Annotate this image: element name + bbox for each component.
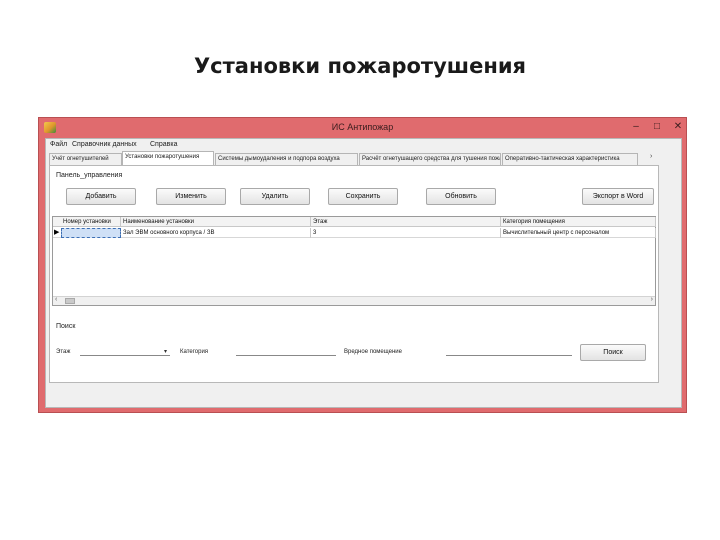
menu-bar: Файл Справочник данных Справка — [46, 139, 681, 151]
tab-extinguishers[interactable]: Учёт огнетушителей — [49, 153, 122, 165]
app-window: ИС Антипожар ‒ □ ✕ Файл Справочник данны… — [38, 117, 687, 413]
tab-panel: Панель_управления Добавить Изменить Удал… — [49, 165, 659, 383]
category-label: Категория — [180, 349, 209, 355]
hazardous-room-input[interactable] — [446, 355, 572, 356]
close-button[interactable]: ✕ — [669, 120, 687, 134]
tab-agent-calculation[interactable]: Расчёт огнетушащего средства для тушения… — [359, 153, 501, 165]
table-cell-name[interactable]: Зал ЭВМ основного корпуса / ЗВ — [121, 228, 311, 238]
data-grid[interactable]: Номер установки Наименование установки Э… — [52, 216, 656, 306]
window-footer-area — [46, 385, 681, 407]
slide-title: Установки пожаротушения — [193, 54, 527, 78]
table-cell-category[interactable]: Вычислительный центр с персоналом — [501, 228, 656, 238]
column-header-number[interactable]: Номер установки — [61, 217, 121, 227]
current-row-marker-icon: ▶ — [54, 229, 60, 236]
maximize-button[interactable]: □ — [648, 120, 666, 134]
floor-combobox[interactable] — [80, 355, 170, 356]
search-button[interactable]: Поиск — [580, 344, 646, 361]
tab-tactical-characteristics[interactable]: Оперативно-тактическая характеристика — [502, 153, 638, 165]
table-row[interactable]: ▶ Зал ЭВМ основного корпуса / ЗВ 3 Вычис… — [53, 228, 656, 238]
window-title: ИС Антипожар — [331, 122, 394, 132]
menu-file[interactable]: Файл — [50, 141, 67, 148]
scroll-right-icon[interactable]: › — [651, 296, 653, 303]
horizontal-scrollbar[interactable]: ‹ › — [53, 296, 655, 305]
window-titlebar[interactable]: ИС Антипожар ‒ □ ✕ — [39, 118, 686, 138]
menu-reference[interactable]: Справочник данных — [72, 141, 137, 148]
scroll-thumb[interactable] — [65, 298, 75, 304]
chevron-down-icon[interactable]: ▾ — [164, 348, 167, 355]
scroll-left-icon[interactable]: ‹ — [55, 296, 57, 303]
category-input[interactable] — [236, 355, 336, 356]
window-client-area: Файл Справочник данных Справка Учёт огне… — [45, 138, 682, 408]
minimize-button[interactable]: ‒ — [627, 120, 645, 134]
tab-strip: Учёт огнетушителей Установки пожаротушен… — [46, 151, 681, 165]
grid-header-row: Номер установки Наименование установки Э… — [53, 217, 656, 227]
tab-scroll-right-button[interactable]: › — [650, 153, 652, 160]
delete-button[interactable]: Удалить — [240, 188, 310, 205]
floor-label: Этаж — [56, 349, 71, 355]
table-cell-floor[interactable]: 3 — [311, 228, 501, 238]
menu-help[interactable]: Справка — [150, 141, 177, 148]
column-header-name[interactable]: Наименование установки — [121, 217, 311, 227]
save-button[interactable]: Сохранить — [328, 188, 398, 205]
add-button[interactable]: Добавить — [66, 188, 136, 205]
column-header-category[interactable]: Категория помещения — [501, 217, 656, 227]
tab-extinguishing-installations[interactable]: Установки пожаротушения — [122, 151, 214, 165]
edit-button[interactable]: Изменить — [156, 188, 226, 205]
refresh-button[interactable]: Обновить — [426, 188, 496, 205]
export-word-button[interactable]: Экспорт в Word — [582, 188, 654, 205]
control-panel-label: Панель_управления — [56, 172, 123, 179]
hazardous-room-label: Вредное помещение — [344, 349, 402, 355]
column-header-floor[interactable]: Этаж — [311, 217, 501, 227]
tab-smoke-removal[interactable]: Системы дымоудаления и подпора воздуха — [215, 153, 358, 165]
table-cell-number[interactable] — [61, 228, 121, 238]
search-group-label: Поиск — [56, 323, 76, 330]
